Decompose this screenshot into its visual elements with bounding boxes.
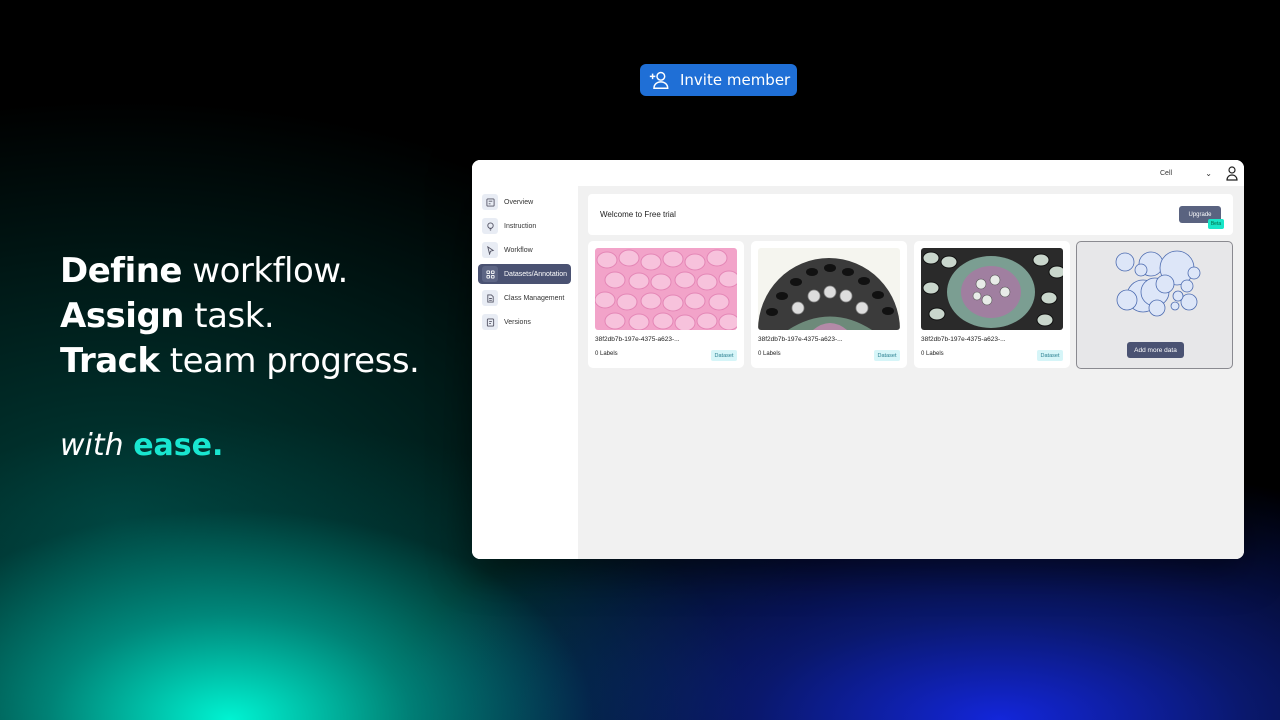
grid-icon bbox=[482, 266, 498, 282]
top-bar: Cell ⌄ bbox=[472, 160, 1244, 186]
document-icon bbox=[482, 290, 498, 306]
dataset-thumbnail bbox=[921, 248, 1063, 330]
sidebar-item-class-management[interactable]: Class Management bbox=[478, 288, 571, 308]
sidebar-item-label: Datasets/Annotation bbox=[504, 270, 568, 278]
overview-icon bbox=[482, 194, 498, 210]
dataset-thumbnail bbox=[595, 248, 737, 330]
sidebar-item-instruction[interactable]: Instruction bbox=[478, 216, 571, 236]
hero-line-track: Track team progress. bbox=[60, 341, 420, 381]
dataset-label-count: 0 Labels bbox=[595, 351, 618, 357]
hero-line-define: Define workflow. bbox=[60, 251, 348, 291]
sidebar-item-overview[interactable]: Overview bbox=[478, 192, 571, 212]
dataset-card[interactable]: 38f2db7b-197e-4375-a623-... 0 Labels Dat… bbox=[588, 241, 744, 368]
invite-member-label: Invite member bbox=[680, 71, 791, 89]
dataset-title: 38f2db7b-197e-4375-a623-... bbox=[758, 336, 843, 343]
sidebar: Overview Instruction Workflow Datasets/A… bbox=[472, 186, 578, 559]
dataset-title: 38f2db7b-197e-4375-a623-... bbox=[595, 336, 680, 343]
sidebar-item-label: Workflow bbox=[504, 246, 533, 254]
sidebar-item-workflow[interactable]: Workflow bbox=[478, 240, 571, 260]
dataset-label-count: 0 Labels bbox=[758, 351, 781, 357]
dataset-badge: Dataset bbox=[1037, 350, 1063, 361]
add-user-icon bbox=[649, 71, 669, 89]
project-select[interactable]: Cell ⌄ bbox=[1160, 166, 1212, 180]
app-window: Cell ⌄ Overview Instruction Workflow Dat… bbox=[472, 160, 1244, 559]
dataset-card[interactable]: 38f2db7b-197e-4375-a623-... 0 Labels Dat… bbox=[751, 241, 907, 368]
dataset-card[interactable]: 38f2db7b-197e-4375-a623-... 0 Labels Dat… bbox=[914, 241, 1070, 368]
hero-line-assign: Assign task. bbox=[60, 296, 275, 336]
dataset-badge: Dataset bbox=[711, 350, 737, 361]
dataset-badge: Dataset bbox=[874, 350, 900, 361]
dataset-title: 38f2db7b-197e-4375-a623-... bbox=[921, 336, 1006, 343]
lightbulb-icon bbox=[482, 218, 498, 234]
chevron-down-icon: ⌄ bbox=[1205, 168, 1212, 178]
add-more-data-button[interactable]: Add more data bbox=[1127, 342, 1184, 358]
beta-badge: Beta bbox=[1208, 219, 1224, 229]
versions-icon bbox=[482, 314, 498, 330]
dataset-label-count: 0 Labels bbox=[921, 351, 944, 357]
sidebar-item-versions[interactable]: Versions bbox=[478, 312, 571, 332]
cursor-icon bbox=[482, 242, 498, 258]
project-select-value: Cell bbox=[1160, 169, 1173, 177]
hero-tagline: with ease. bbox=[60, 428, 224, 463]
sidebar-item-datasets-annotation[interactable]: Datasets/Annotation bbox=[478, 264, 571, 284]
sidebar-item-label: Class Management bbox=[504, 294, 565, 302]
user-icon[interactable] bbox=[1225, 165, 1239, 181]
sidebar-item-label: Instruction bbox=[504, 222, 537, 230]
main-content: Welcome to Free trial Upgrade Beta 38f2d… bbox=[578, 186, 1244, 559]
trial-banner: Welcome to Free trial Upgrade Beta bbox=[588, 194, 1233, 235]
invite-member-button[interactable]: Invite member bbox=[640, 64, 797, 96]
sidebar-item-label: Versions bbox=[504, 318, 531, 326]
dataset-thumbnail bbox=[758, 248, 900, 330]
trial-banner-text: Welcome to Free trial bbox=[600, 210, 676, 219]
sidebar-item-label: Overview bbox=[504, 198, 534, 206]
add-data-card[interactable]: Add more data bbox=[1076, 241, 1233, 369]
hero-headline: Define workflow. Assign task. Track team… bbox=[60, 249, 420, 384]
